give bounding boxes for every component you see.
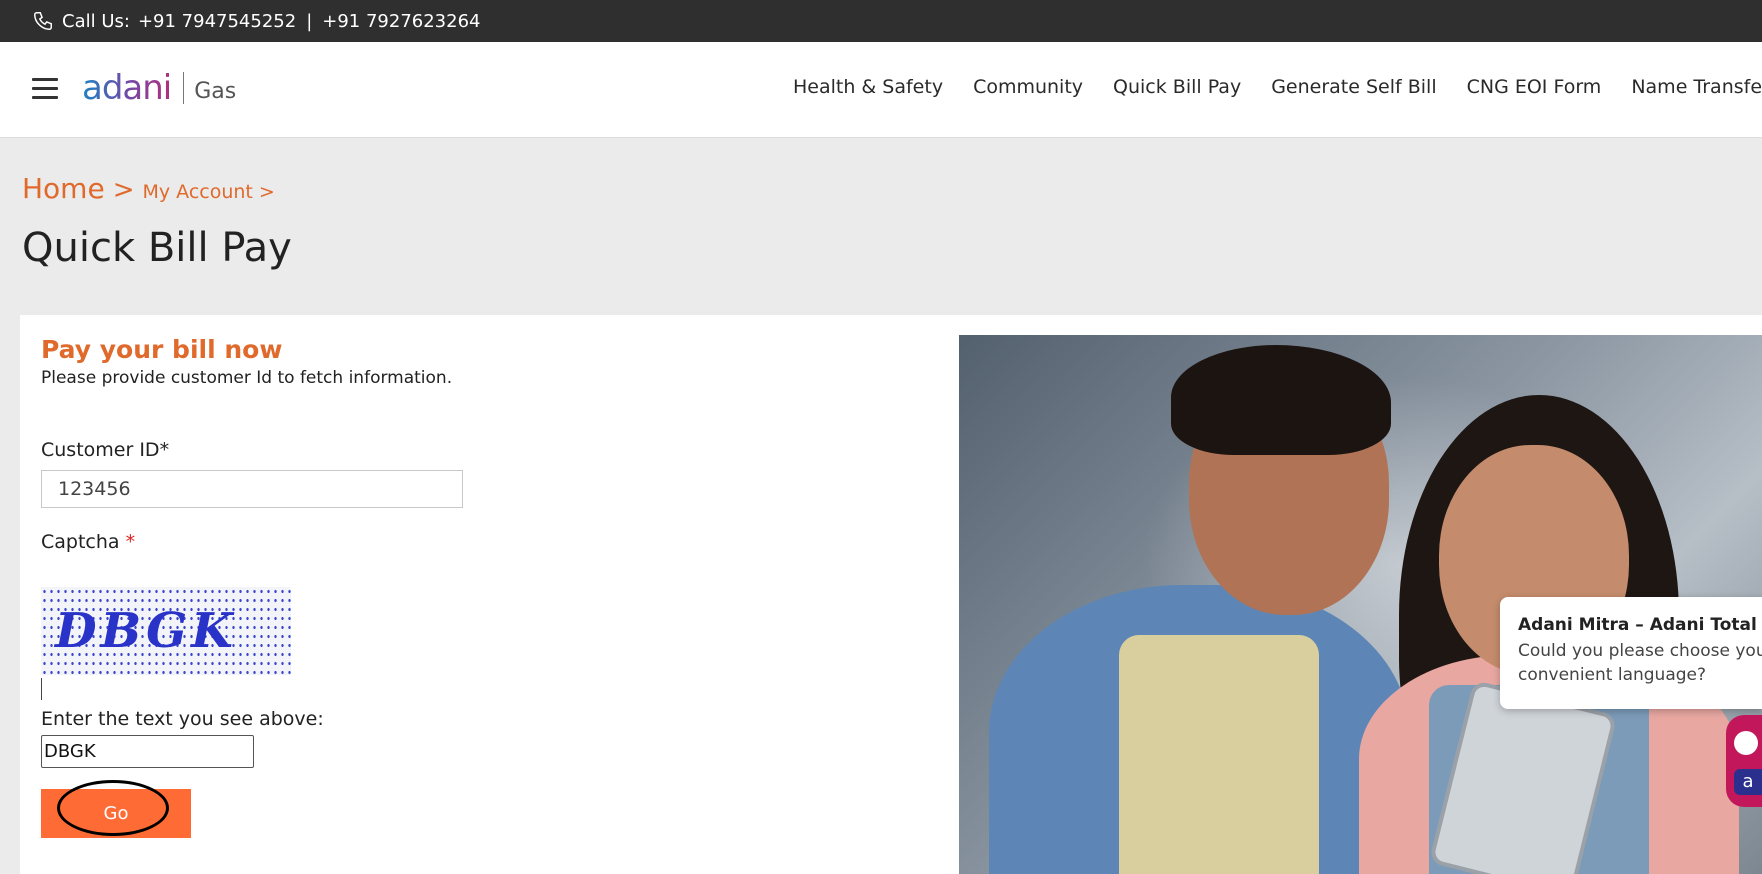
nav-generate-self-bill[interactable]: Generate Self Bill: [1271, 76, 1436, 98]
chatbot-popup[interactable]: Adani Mitra – Adani Total Ga Could you p…: [1500, 597, 1762, 709]
hamburger-menu-icon[interactable]: [32, 78, 58, 100]
logo-wordmark: adani: [82, 68, 172, 108]
breadcrumb-home[interactable]: Home: [22, 172, 105, 205]
form-subtext: Please provide customer Id to fetch info…: [41, 368, 453, 388]
go-button[interactable]: Go: [41, 780, 191, 838]
main-nav: Health & Safety Community Quick Bill Pay…: [793, 76, 1762, 98]
call-us-label: Call Us:: [62, 10, 130, 32]
logo-divider: [183, 72, 185, 104]
chat-message-line-1: Could you please choose your: [1518, 641, 1762, 661]
phone-number-2[interactable]: +91 7927623264: [322, 11, 480, 32]
top-contact-bar: Call Us: +91 7947545252 | +91 7927623264: [0, 0, 1762, 42]
phone-number-1[interactable]: +91 7947545252: [138, 11, 296, 32]
captcha-label-text: Captcha: [41, 531, 120, 553]
required-mark: *: [125, 531, 136, 553]
breadcrumb: Home > My Account >: [22, 172, 275, 205]
form-heading: Pay your bill now: [41, 335, 283, 364]
phone-icon: [34, 12, 52, 30]
adani-gas-logo[interactable]: adani Gas: [82, 68, 236, 108]
go-button-label: Go: [103, 803, 129, 824]
chatbot-launcher[interactable]: a: [1726, 715, 1762, 807]
chevron-right-icon: >: [258, 181, 275, 203]
nav-cng-eoi-form[interactable]: CNG EOI Form: [1467, 76, 1602, 98]
site-header: adani Gas Health & Safety Community Quic…: [0, 42, 1762, 138]
main-panel: Pay your bill now Please provide custome…: [20, 315, 1762, 874]
phone-separator: |: [306, 10, 313, 32]
captcha-enter-label: Enter the text you see above:: [41, 708, 324, 730]
nav-name-transfer[interactable]: Name Transfe: [1631, 76, 1762, 98]
logo-sub: Gas: [194, 79, 237, 104]
captcha-text: DBGK: [53, 603, 237, 659]
captcha-image: DBGK: [41, 587, 291, 675]
breadcrumb-my-account[interactable]: My Account: [142, 181, 252, 203]
customer-id-input[interactable]: [41, 470, 463, 508]
chat-message-line-2: convenient language?: [1518, 665, 1707, 685]
bill-pay-form: Pay your bill now Please provide custome…: [41, 335, 941, 838]
captcha-label: Captcha *: [41, 531, 135, 553]
page-title: Quick Bill Pay: [22, 225, 292, 271]
captcha-text-graphic: DBGK: [53, 603, 237, 659]
chat-title: Adani Mitra – Adani Total Ga: [1518, 615, 1762, 635]
nav-health-safety[interactable]: Health & Safety: [793, 76, 943, 98]
text-cursor: [41, 678, 42, 700]
nav-community[interactable]: Community: [973, 76, 1083, 98]
nav-quick-bill-pay[interactable]: Quick Bill Pay: [1113, 76, 1241, 98]
customer-id-label: Customer ID*: [41, 439, 170, 461]
chevron-right-icon: >: [112, 175, 135, 205]
adani-bot-icon: a: [1734, 769, 1762, 795]
captcha-input[interactable]: [41, 735, 254, 768]
chat-bubble-icon: [1734, 731, 1758, 755]
